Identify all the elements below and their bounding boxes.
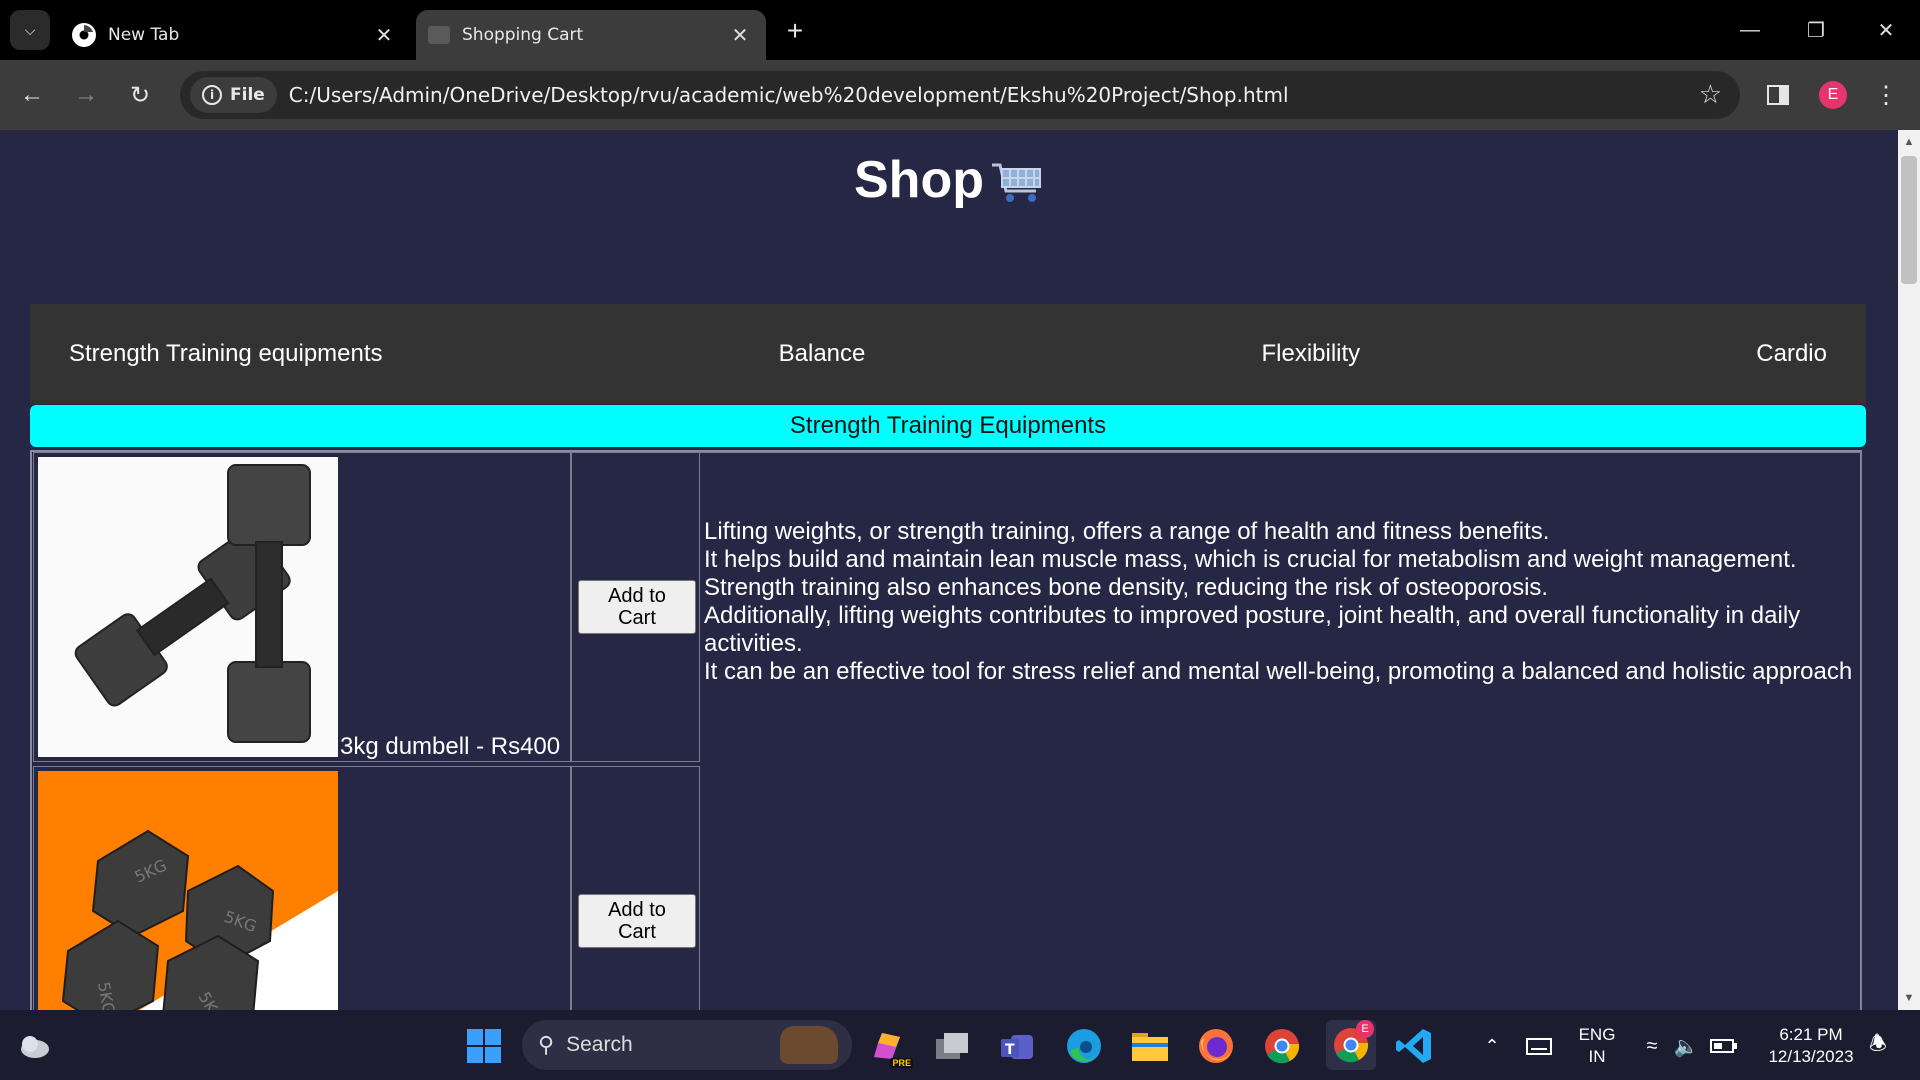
- new-tab-button[interactable]: +: [778, 14, 812, 48]
- clock-time: 6:21 PM: [1779, 1025, 1843, 1044]
- nav-flexibility[interactable]: Flexibility: [1261, 340, 1360, 368]
- scroll-down-arrow-icon[interactable]: ▼: [1898, 988, 1920, 1008]
- avatar: E: [1819, 81, 1847, 109]
- tab-shopping-cart[interactable]: Shopping Cart ✕: [416, 10, 766, 60]
- svg-text:T: T: [1005, 1042, 1015, 1058]
- nav-cardio[interactable]: Cardio: [1756, 340, 1827, 368]
- arrow-right-icon: →: [74, 81, 98, 108]
- bookmark-star-icon[interactable]: ☆: [1699, 79, 1722, 110]
- nav-strength-training[interactable]: Strength Training equipments: [69, 340, 383, 368]
- chrome-icon[interactable]: [1260, 1024, 1304, 1068]
- windows-taskbar: ⚲ Search PRE T E ⌃ ENG IN ≈ 🔈 6:21 PM 12…: [0, 1010, 1920, 1080]
- chrome-favicon-icon: [72, 23, 96, 47]
- browser-toolbar: ← → ↻ i File C:/Users/Admin/OneDrive/Des…: [0, 60, 1920, 130]
- section-heading: Strength Training Equipments: [30, 405, 1866, 447]
- arrow-left-icon: ←: [20, 81, 44, 108]
- minimize-button[interactable]: —: [1720, 10, 1780, 50]
- forward-button[interactable]: →: [66, 75, 106, 115]
- strength-training-description: Lifting weights, or strength training, o…: [704, 518, 1854, 686]
- battery-icon[interactable]: [1702, 1024, 1746, 1068]
- page-scrollbar[interactable]: ▲ ▼: [1898, 130, 1920, 1010]
- windows-logo-icon: [467, 1029, 501, 1063]
- weather-widget-icon[interactable]: [12, 1024, 56, 1068]
- tab-title: Shopping Cart: [462, 25, 584, 45]
- add-to-cart-button[interactable]: Add to Cart: [578, 894, 696, 948]
- back-button[interactable]: ←: [12, 75, 52, 115]
- clock[interactable]: 6:21 PM 12/13/2023: [1756, 1024, 1866, 1068]
- task-view-icon[interactable]: [930, 1024, 974, 1068]
- language-code: ENG: [1578, 1025, 1616, 1044]
- info-icon: i: [202, 85, 222, 105]
- description-line: Additionally, lifting weights contribute…: [704, 602, 1801, 657]
- page-favicon-icon: [428, 26, 450, 44]
- product-cell: 5KG 5KG 5KG 5KG: [33, 766, 571, 1010]
- input-language-indicator[interactable]: ENG IN: [1570, 1024, 1624, 1068]
- scroll-up-arrow-icon[interactable]: ▲: [1898, 132, 1920, 152]
- chevron-down-icon: ⌵: [24, 21, 36, 38]
- nav-balance[interactable]: Balance: [779, 340, 866, 368]
- add-to-cart-cell: Add to Cart: [571, 452, 700, 762]
- search-icon: ⚲: [538, 1032, 555, 1057]
- tab-new-tab[interactable]: New Tab ✕: [60, 10, 410, 60]
- search-placeholder: Search: [566, 1033, 633, 1056]
- reload-button[interactable]: ↻: [120, 75, 160, 115]
- chrome-profile-badge: E: [1356, 1020, 1374, 1038]
- page-title: Shop: [0, 150, 1898, 210]
- side-panel-button[interactable]: [1758, 75, 1798, 115]
- close-tab-icon[interactable]: ✕: [726, 21, 754, 49]
- menu-button[interactable]: ⋮: [1866, 75, 1906, 115]
- profile-button[interactable]: E: [1813, 75, 1853, 115]
- product-image-dumbbells: [38, 457, 338, 757]
- add-to-cart-cell: Add to Cart: [571, 766, 700, 1010]
- close-window-button[interactable]: ✕: [1856, 10, 1916, 50]
- description-line: Lifting weights, or strength training, o…: [704, 518, 1550, 545]
- teams-icon[interactable]: T: [996, 1024, 1040, 1068]
- touch-keyboard-icon[interactable]: [1517, 1024, 1561, 1068]
- category-navbar: Strength Training equipments Balance Fle…: [30, 304, 1866, 404]
- show-hidden-icons-chevron-icon[interactable]: ⌃: [1470, 1024, 1514, 1068]
- add-to-cart-button[interactable]: Add to Cart: [578, 580, 696, 634]
- kebab-menu-icon: ⋮: [1874, 81, 1898, 109]
- edge-browser-icon[interactable]: [1062, 1024, 1106, 1068]
- browser-tab-strip: ⌵ New Tab ✕ Shopping Cart ✕ + — ❐ ✕: [0, 0, 1920, 60]
- reload-icon: ↻: [129, 81, 151, 109]
- restore-button[interactable]: ❐: [1786, 10, 1846, 50]
- page-title-text: Shop: [854, 151, 984, 209]
- scrollbar-thumb[interactable]: [1901, 156, 1917, 284]
- chip-label: File: [230, 85, 265, 105]
- product-image-hex-dumbbells: 5KG 5KG 5KG 5KG: [38, 771, 338, 1010]
- description-line: It can be an effective tool for stress r…: [704, 658, 1853, 685]
- close-tab-icon[interactable]: ✕: [370, 21, 398, 49]
- vscode-icon[interactable]: [1392, 1024, 1436, 1068]
- copilot-pre-badge: PRE: [890, 1058, 913, 1068]
- region-code: IN: [1588, 1047, 1606, 1066]
- side-panel-icon: [1767, 85, 1789, 105]
- chrome-profile-e-icon[interactable]: E: [1326, 1020, 1376, 1070]
- page-viewport: Shop Strength Training equipments Balanc…: [0, 130, 1898, 1010]
- tab-search-dropdown-button[interactable]: ⌵: [10, 10, 50, 50]
- clock-date: 12/13/2023: [1768, 1047, 1854, 1066]
- file-explorer-icon[interactable]: [1128, 1024, 1172, 1068]
- site-info-chip[interactable]: i File: [190, 77, 277, 113]
- firefox-icon[interactable]: [1194, 1024, 1238, 1068]
- search-highlight-bison-icon: [780, 1026, 838, 1064]
- product-cell: 3kg dumbell - Rs400: [33, 452, 571, 762]
- start-button[interactable]: [462, 1024, 506, 1068]
- address-bar[interactable]: i File C:/Users/Admin/OneDrive/Desktop/r…: [180, 71, 1740, 119]
- tab-title: New Tab: [108, 25, 180, 45]
- shopping-cart-icon: [991, 163, 1041, 203]
- description-line: Strength training also enhances bone den…: [704, 574, 1549, 601]
- description-line: It helps build and maintain lean muscle …: [704, 546, 1797, 573]
- copilot-icon[interactable]: PRE: [865, 1024, 913, 1068]
- url-text[interactable]: C:/Users/Admin/OneDrive/Desktop/rvu/acad…: [289, 83, 1289, 107]
- product-name-price: 3kg dumbell - Rs400: [340, 733, 561, 760]
- taskbar-search-input[interactable]: ⚲ Search: [522, 1020, 852, 1070]
- notification-bell-icon[interactable]: 🕭: [1856, 1024, 1900, 1068]
